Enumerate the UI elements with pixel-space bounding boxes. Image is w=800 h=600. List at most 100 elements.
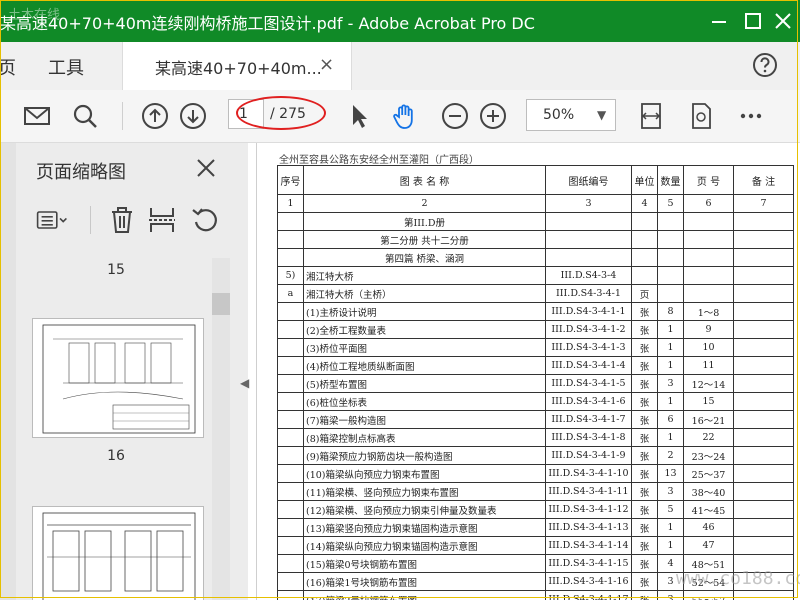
table-row: (2)全桥工程数量表 III.D.S4-3-4-1-2 张 1 9 [277,320,794,339]
delete-page-icon[interactable] [106,204,138,236]
chevron-down-icon: ▼ [597,108,607,122]
table-cell-seq [277,428,304,447]
panel-separator [90,206,91,234]
table-cell-qty: 3 [657,482,684,501]
section-title: 第III.D册 [303,212,546,231]
thumbnail-scrollbar-thumb[interactable] [212,293,230,315]
table-cell-code: III.D.S4-3-4 [545,266,632,285]
next-page-icon[interactable] [178,101,208,131]
table-cell-page: 23～24 [683,446,734,465]
close-panel-icon[interactable] [194,156,218,180]
table-cell-code: III.D.S4-3-4-1-3 [545,338,632,357]
table-header-cell: 数量 [657,165,684,195]
table-cell-note [733,500,794,519]
window-title: 某高速40+70+40m连续刚构桥施工图设计.pdf - Adobe Acrob… [0,14,535,33]
drawing-index-table: 序号图 表 名 称图纸编号 单位 数量页 号备 注 1 2 3 4 5 6 7 第III.D册 第二分… [277,165,794,600]
table-cell-qty: 3 [657,374,684,393]
previous-page-icon[interactable] [140,101,170,131]
extract-page-icon[interactable] [146,204,178,236]
table-header-cell: 序号 [277,165,304,195]
table-row: (10)箱梁纵向预应力钢束布置图 III.D.S4-3-4-1-10 张 13 25～3… [277,464,794,483]
zoom-out-icon[interactable] [440,101,470,131]
table-cell-unit: 张 [631,518,658,537]
table-cell-qty: 2 [657,446,684,465]
maximize-icon[interactable] [740,8,766,34]
table-cell [277,230,304,249]
table-header-cell: 页 号 [683,165,734,195]
highlight-circle [236,96,326,130]
rotate-page-icon[interactable] [190,204,222,236]
table-cell-name: (4)桥位工程地质纵断面图 [303,356,546,375]
table-cell-unit [631,266,658,285]
table-cell-seq [277,518,304,537]
table-cell-note [733,392,794,411]
table-row: (11)箱梁横、竖向预应力钢束布置图 III.D.S4-3-4-1-11 张 3 38～… [277,482,794,501]
thumbnail-options-icon[interactable] [36,204,68,236]
table-section-row: 第二分册 共十二分册 [277,230,794,249]
table-cell-page: 15 [683,392,734,411]
table-cell-page [683,266,734,285]
table-row: (3)桥位平面图 III.D.S4-3-4-1-3 张 1 10 [277,338,794,357]
document-header: 全州至容县公路东安经全州至灌阳（广西段） [279,155,479,166]
table-cell-note [733,356,794,375]
table-cell-page: 10 [683,338,734,357]
fit-width-icon[interactable] [636,101,666,131]
table-cell-qty: 3 [657,590,684,600]
email-icon[interactable] [22,101,52,131]
table-cell-seq [277,410,304,429]
close-window-icon[interactable] [770,8,796,34]
page-thumbnail[interactable] [32,318,204,438]
table-cell-unit: 张 [631,338,658,357]
zoom-in-icon[interactable] [478,101,508,131]
table-header-row: 序号图 表 名 称图纸编号 单位 数量页 号备 注 [277,165,794,195]
menu-home[interactable]: 页 [0,54,16,80]
table-cell-code: III.D.S4-3-4-1-8 [545,428,632,447]
zoom-select[interactable]: 50% ▼ [526,99,616,131]
table-row: (17)箱梁2号块钢筋布置图III.D.S4-3-4-1-17张355～57 [277,590,794,600]
collapse-panel-icon[interactable]: ◀ [240,376,249,390]
table-cell-seq [277,374,304,393]
table-cell-name: (11)箱梁横、竖向预应力钢束布置图 [303,482,546,501]
tab-close-icon[interactable]: × [319,54,334,75]
table-column-number: 5 [657,194,684,213]
table-cell-code: III.D.S4-3-4-1-13 [545,518,632,537]
table-cell-note [733,482,794,501]
table-row: (7)箱梁一般构造图 III.D.S4-3-4-1-7 张 6 16～21 [277,410,794,429]
document-view[interactable]: 全州至容县公路东安经全州至灌阳（广西段） 序号图 表 名 称图纸编号 单位 数量页 … [257,143,800,600]
table-cell-page: 1～8 [683,302,734,321]
table-header-cell: 备 注 [733,165,794,195]
more-options-icon[interactable] [736,101,766,131]
zoom-value: 50% [543,107,575,123]
table-cell-name: (9)箱梁预应力钢筋齿块一般构造图 [303,446,546,465]
table-cell-page: 11 [683,356,734,375]
document-tab[interactable]: 某高速40+70+40m... × [122,42,352,90]
table-cell-page: 16～21 [683,410,734,429]
table-cell-seq [277,392,304,411]
table-cell [545,230,632,249]
table-cell-code: III.D.S4-3-4-1-12 [545,500,632,519]
table-cell-note [733,338,794,357]
table-cell-code: III.D.S4-3-4-1-2 [545,320,632,339]
table-cell [657,230,684,249]
hand-tool-icon[interactable] [390,101,420,131]
table-column-number: 1 [277,194,304,213]
select-cursor-icon[interactable] [344,101,374,131]
site-watermark: www.co188.com [676,568,800,589]
table-cell-page: 12～14 [683,374,734,393]
table-cell [631,230,658,249]
table-cell-code: III.D.S4-3-4-1-16 [545,572,632,591]
table-cell-seq [277,590,304,600]
page-thumbnail[interactable] [32,506,204,600]
menu-tools[interactable]: 工具 [48,54,84,80]
table-cell-code: III.D.S4-3-4-1-4 [545,356,632,375]
page-fit-icon[interactable] [686,101,716,131]
thumbnail-label: 15 [107,262,125,278]
table-cell [733,230,794,249]
table-column-number: 2 [303,194,546,213]
table-cell-seq: 5) [277,266,304,285]
table-header-cell: 图 表 名 称 [303,165,546,195]
minimize-icon[interactable] [706,8,732,34]
table-row: a 湘江特大桥（主桥） III.D.S4-3-4-1 页 [277,284,794,303]
search-icon[interactable] [70,101,100,131]
help-icon[interactable] [752,52,778,78]
